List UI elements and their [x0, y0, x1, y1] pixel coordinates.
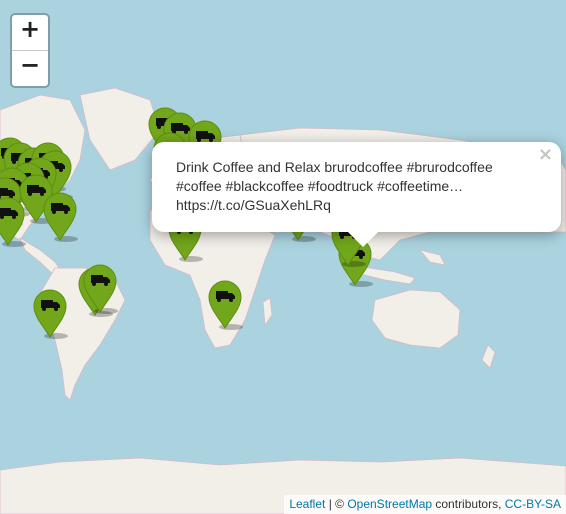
map-marker[interactable] — [207, 280, 243, 330]
zoom-in-button[interactable]: + — [12, 15, 48, 50]
attribution: Leaflet | © OpenStreetMap contributors, … — [284, 495, 566, 514]
attribution-contributors: contributors, — [432, 497, 505, 511]
map-marker[interactable] — [42, 192, 78, 242]
popup-tip — [346, 230, 380, 247]
attribution-separator: | © — [325, 497, 348, 511]
zoom-out-button[interactable]: − — [12, 50, 48, 86]
tweet-popup: Drink Coffee and Relax brurodcoffee #bru… — [152, 142, 561, 247]
map-marker[interactable] — [32, 289, 68, 339]
map[interactable]: + − Drink Coffee and Relax brurodcoffee … — [0, 0, 566, 514]
openstreetmap-link[interactable]: OpenStreetMap — [347, 497, 432, 511]
popup-close-button[interactable]: × — [538, 144, 553, 165]
map-marker[interactable] — [82, 264, 118, 314]
map-marker[interactable] — [0, 197, 26, 247]
basemap — [0, 0, 566, 514]
leaflet-link[interactable]: Leaflet — [289, 497, 325, 511]
popup-text: Drink Coffee and Relax brurodcoffee #bru… — [176, 159, 493, 213]
license-link[interactable]: CC-BY-SA — [505, 497, 561, 511]
zoom-control: + − — [10, 13, 50, 88]
